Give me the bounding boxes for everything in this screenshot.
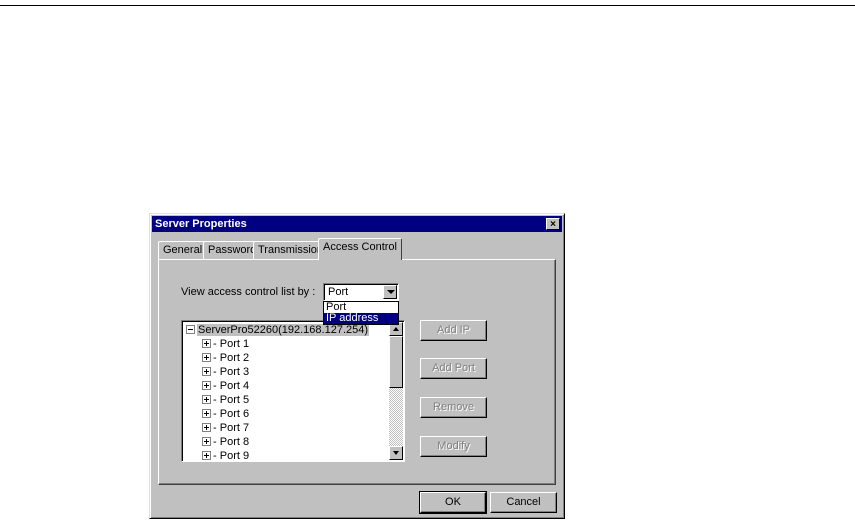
tab-access-control[interactable]: Access Control	[318, 238, 402, 260]
tree-node-port-6[interactable]: - Port 6	[202, 408, 249, 421]
tree-node-port-9[interactable]: - Port 9	[202, 450, 250, 462]
server-properties-dialog: Server Properties × General Password Tra…	[149, 213, 565, 519]
tree-node-port-1[interactable]: - Port 1	[202, 338, 249, 351]
plus-box-icon[interactable]	[202, 408, 211, 418]
view-by-label: View access control list by :	[181, 286, 316, 298]
tree-node-label: Port 1	[219, 338, 250, 350]
tab-general[interactable]: General	[158, 241, 208, 259]
tree-node-label: Port 7	[219, 422, 250, 434]
tree-node-label: Port 4	[219, 380, 250, 392]
plus-box-icon[interactable]	[202, 394, 211, 404]
plus-box-icon[interactable]	[202, 450, 211, 460]
tree-node-label: Port 3	[219, 366, 250, 378]
plus-box-icon[interactable]	[202, 338, 211, 348]
tree-node-port-7[interactable]: - Port 7	[202, 422, 249, 435]
modify-button[interactable]: Modify	[420, 436, 487, 457]
tree-root-label: ServerPro52260(192.168.127.254)	[197, 324, 370, 336]
tree-node-port-8[interactable]: - Port 8	[202, 436, 249, 449]
tree-node-port-3[interactable]: - Port 3	[202, 366, 249, 379]
plus-box-icon[interactable]	[202, 366, 211, 376]
access-control-tree[interactable]: ServerPro52260(192.168.127.254) - Port 1…	[181, 320, 405, 462]
tab-transmission[interactable]: Transmission	[253, 241, 328, 259]
tree-node-port-5[interactable]: - Port 5	[202, 394, 249, 407]
remove-button[interactable]: Remove	[420, 397, 487, 418]
tree-node-port-4[interactable]: - Port 4	[202, 380, 249, 393]
page-top-rule	[0, 5, 855, 6]
dropdown-option-ip-address[interactable]: IP address	[324, 313, 398, 324]
view-by-dropdown-list: Port IP address	[323, 301, 399, 325]
view-by-select[interactable]: Port	[323, 283, 399, 301]
tree-root[interactable]: ServerPro52260(192.168.127.254)	[186, 324, 370, 337]
tree-node-port-2[interactable]: - Port 2	[202, 352, 249, 365]
tree-node-label: Port 6	[219, 408, 250, 420]
ok-button[interactable]: OK	[419, 491, 487, 514]
plus-box-icon[interactable]	[202, 380, 211, 390]
view-by-selected-value: Port	[328, 286, 349, 298]
minus-box-icon[interactable]	[186, 324, 195, 334]
plus-box-icon[interactable]	[202, 422, 211, 432]
tree-node-label: Port 2	[219, 352, 250, 364]
close-button[interactable]: ×	[546, 218, 560, 230]
close-icon: ×	[550, 219, 556, 230]
cancel-button[interactable]: Cancel	[490, 492, 557, 513]
dialog-title: Server Properties	[155, 218, 247, 230]
tree-node-label: Port 5	[219, 394, 250, 406]
chevron-down-icon[interactable]	[383, 285, 397, 299]
scroll-thumb[interactable]	[389, 336, 403, 388]
tree-node-label: Port 8	[219, 436, 250, 448]
add-port-button[interactable]: Add Port	[420, 358, 487, 379]
plus-box-icon[interactable]	[202, 352, 211, 362]
add-ip-button[interactable]: Add IP	[420, 320, 487, 341]
tree-node-label: Port 9	[219, 450, 250, 462]
dialog-title-bar: Server Properties ×	[152, 216, 562, 232]
plus-box-icon[interactable]	[202, 436, 211, 446]
tree-vertical-scrollbar[interactable]	[389, 322, 403, 460]
scroll-down-arrow-icon[interactable]	[389, 446, 403, 460]
